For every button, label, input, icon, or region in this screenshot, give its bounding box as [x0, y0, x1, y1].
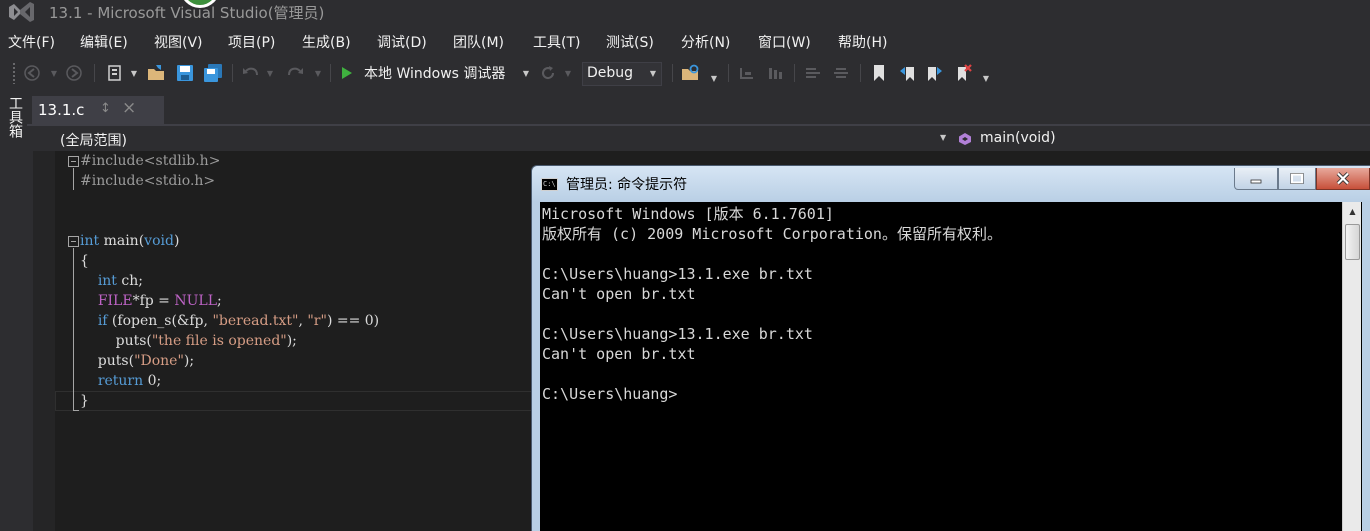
function-dropdown[interactable]: main(void): [980, 130, 1056, 146]
collapse-region-icon[interactable]: [68, 156, 79, 167]
previous-bookmark-icon[interactable]: [896, 62, 918, 84]
menu-file[interactable]: 文件(F): [8, 32, 55, 52]
tab-underline: [27, 124, 1370, 126]
redo-dropdown-icon[interactable]: ▼: [312, 62, 324, 84]
visual-studio-logo-icon: [6, 0, 36, 24]
run-target-dropdown-icon[interactable]: ▼: [520, 62, 532, 84]
restart-dropdown-icon[interactable]: ▼: [562, 62, 574, 84]
play-icon: [342, 67, 352, 79]
bookmarks-overflow-icon[interactable]: ▼: [980, 62, 992, 84]
console-prompt: C:\Users\huang>: [542, 385, 678, 403]
command-prompt-icon: C:\: [541, 178, 558, 191]
minimize-button[interactable]: [1234, 168, 1278, 190]
console-line: Can't open br.txt: [542, 285, 696, 303]
code-line: }: [80, 393, 89, 409]
scrollbar-thumb[interactable]: [1345, 224, 1360, 260]
code-line: int ch;: [97, 273, 143, 289]
menu-debug[interactable]: 调试(D): [377, 32, 427, 52]
new-project-icon[interactable]: [104, 62, 126, 84]
menu-build[interactable]: 生成(B): [302, 32, 351, 52]
save-icon[interactable]: [174, 62, 196, 84]
console-title: 管理员: 命令提示符: [566, 177, 688, 193]
undo-dropdown-icon[interactable]: ▼: [264, 62, 276, 84]
maximize-button[interactable]: [1278, 168, 1316, 190]
menu-window[interactable]: 窗口(W): [758, 32, 811, 52]
menu-edit[interactable]: 编辑(E): [80, 32, 128, 52]
code-line: puts("Done");: [80, 353, 195, 369]
redo-icon[interactable]: [284, 62, 306, 84]
toolbox-tab[interactable]: 工具箱: [6, 96, 23, 138]
navigation-bar: (全局范围) ▼ main(void): [32, 127, 1370, 151]
toolbox-strip: 工具箱: [0, 90, 27, 531]
uncomment-lines-icon[interactable]: [830, 62, 852, 84]
code-line: {: [80, 253, 89, 269]
navigate-back-dropdown-icon[interactable]: ▼: [48, 62, 60, 84]
close-icon: [1336, 172, 1350, 185]
close-button[interactable]: [1316, 168, 1370, 190]
open-file-icon[interactable]: [146, 62, 168, 84]
menu-view[interactable]: 视图(V): [154, 32, 203, 52]
console-line: C:\Users\huang>13.1.exe br.txt: [542, 265, 813, 283]
step-over-icon[interactable]: [764, 62, 786, 84]
code-line: return 0;: [97, 373, 162, 389]
editor-gutter: [33, 151, 55, 531]
maximize-icon: [1290, 173, 1304, 184]
collapse-region-icon[interactable]: [68, 236, 79, 247]
code-line: if (fopen_s(&fp, "beread.txt", "r") == 0…: [97, 313, 380, 329]
comment-lines-icon[interactable]: [802, 62, 824, 84]
new-project-dropdown-icon[interactable]: ▼: [128, 62, 140, 84]
menu-bar: 文件(F) 编辑(E) 视图(V) 项目(P) 生成(B) 调试(D) 团队(M…: [0, 28, 1370, 54]
next-bookmark-icon[interactable]: [924, 62, 946, 84]
close-icon[interactable]: ×: [122, 98, 136, 118]
standard-toolbar: ▼ ▼ ▼ ▼ 本地 Windows 调试器 ▼ ▼ Debug ▼ ▼ ▼: [0, 56, 1370, 90]
code-line: #include<stdio.h>: [80, 173, 216, 189]
save-all-icon[interactable]: [202, 62, 224, 84]
tab-13-1-c[interactable]: 13.1.c ↕ ×: [32, 96, 164, 124]
bookmark-icon[interactable]: [868, 62, 890, 84]
console-line: Microsoft Windows [版本 6.1.7601]: [542, 205, 834, 223]
menu-tools[interactable]: 工具(T): [533, 32, 580, 52]
console-line: C:\Users\huang>13.1.exe br.txt: [542, 325, 813, 343]
console-output[interactable]: Microsoft Windows [版本 6.1.7601] 版权所有 (c)…: [540, 202, 1362, 531]
console-scrollbar[interactable]: ▲: [1342, 202, 1361, 531]
code-line: int main(void): [80, 233, 180, 249]
chevron-down-icon: ▼: [649, 69, 656, 78]
menu-help[interactable]: 帮助(H): [838, 32, 887, 52]
undo-icon[interactable]: [240, 62, 262, 84]
command-prompt-window[interactable]: C:\ 管理员: 命令提示符 Microsoft Windows [版本 6.1…: [531, 165, 1370, 531]
code-line: FILE*fp = NULL;: [97, 293, 222, 309]
toolbar-grip[interactable]: [12, 62, 16, 84]
console-title-bar[interactable]: C:\ 管理员: 命令提示符: [532, 166, 1370, 202]
code-line: puts("the file is opened");: [80, 333, 297, 349]
configuration-value: Debug: [587, 65, 634, 81]
console-line: Can't open br.txt: [542, 345, 696, 363]
window-title: 13.1 - Microsoft Visual Studio(管理员): [49, 4, 325, 22]
step-into-icon[interactable]: [736, 62, 758, 84]
solution-configuration-select[interactable]: Debug ▼: [582, 62, 662, 86]
scroll-up-arrow-icon[interactable]: ▲: [1343, 202, 1362, 220]
code-line: #include<stdlib.h>: [80, 153, 221, 169]
function-icon: [958, 131, 972, 150]
toolbar-overflow-icon[interactable]: ▼: [708, 62, 720, 84]
navigate-forward-icon[interactable]: [64, 62, 84, 84]
tab-label: 13.1.c: [38, 101, 85, 119]
pin-icon[interactable]: ↕: [100, 101, 111, 116]
find-in-files-icon[interactable]: [680, 62, 702, 84]
scope-dropdown[interactable]: (全局范围): [60, 130, 127, 150]
menu-test[interactable]: 测试(S): [606, 32, 654, 52]
console-line: 版权所有 (c) 2009 Microsoft Corporation。保留所有…: [542, 225, 1002, 243]
menu-analyze[interactable]: 分析(N): [681, 32, 730, 52]
clear-bookmarks-icon[interactable]: [952, 62, 974, 84]
document-tab-bar: 13.1.c ↕ ×: [27, 96, 1370, 124]
start-debugging-button[interactable]: 本地 Windows 调试器: [338, 62, 522, 84]
menu-project[interactable]: 项目(P): [228, 32, 275, 52]
run-target-label: 本地 Windows 调试器: [364, 66, 506, 82]
chevron-down-icon[interactable]: ▼: [940, 133, 946, 142]
navigate-back-icon[interactable]: [22, 62, 42, 84]
restart-icon[interactable]: [538, 62, 558, 84]
title-bar: 13.1 - Microsoft Visual Studio(管理员): [0, 0, 1370, 26]
menu-team[interactable]: 团队(M): [453, 32, 504, 52]
minimize-icon: [1250, 179, 1262, 183]
